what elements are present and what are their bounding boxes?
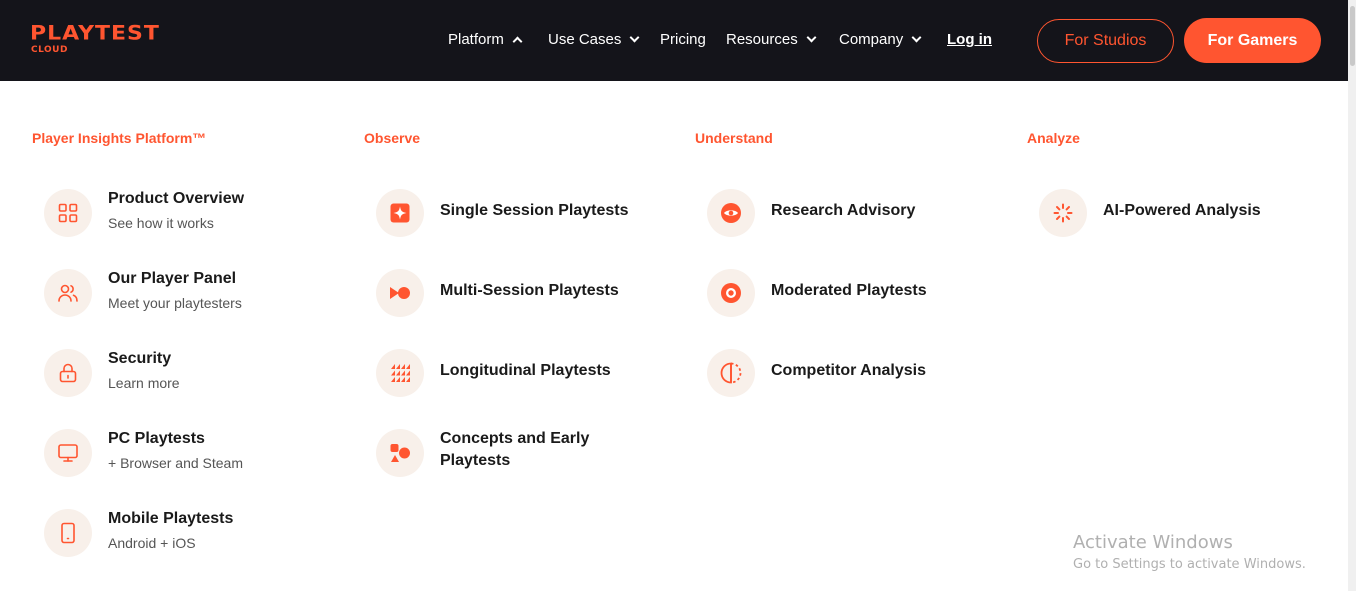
for-studios-button[interactable]: For Studios	[1037, 19, 1174, 63]
nav-pricing[interactable]: Pricing	[660, 31, 706, 48]
phone-icon	[44, 509, 92, 557]
chevron-up-icon	[512, 36, 523, 46]
monitor-icon	[44, 429, 92, 477]
playtest-cloud-logo[interactable]: PLAYTEST CLOUD	[30, 22, 168, 55]
grid-icon	[44, 189, 92, 237]
menu-item-title: Competitor Analysis	[771, 362, 926, 379]
shapes-icon	[376, 429, 424, 477]
menu-item-subtitle: + Browser and Steam	[108, 455, 244, 471]
menu-item-title: Our Player Panel	[108, 270, 237, 287]
nav-platform-label: Platform	[448, 31, 504, 48]
top-navigation-bar: PLAYTEST CLOUD Platform Use Cases Pricin…	[0, 0, 1356, 81]
menu-item-title: Longitudinal Playtests	[440, 362, 611, 379]
activate-windows-watermark: Activate Windows	[1073, 532, 1233, 553]
eye-icon	[707, 189, 755, 237]
logo-subtext: CLOUD	[31, 45, 68, 55]
menu-item-title: Security	[108, 350, 172, 367]
menu-item-title: Concepts and Early	[440, 430, 590, 447]
nav-resources[interactable]: Resources	[726, 31, 817, 48]
lock-icon	[44, 349, 92, 397]
menu-item-title: Research Advisory	[771, 202, 916, 219]
menu-item-subtitle: Meet your playtesters	[108, 295, 242, 311]
menu-item-subtitle: Android + iOS	[108, 535, 196, 551]
scrollbar-track[interactable]	[1348, 0, 1356, 591]
heading-analyze: Analyze	[1027, 130, 1080, 146]
spark-icon	[376, 189, 424, 237]
chevron-down-icon	[629, 32, 640, 43]
nav-resources-label: Resources	[726, 31, 798, 48]
scrollbar-thumb[interactable]	[1350, 6, 1355, 66]
menu-item-title: Moderated Playtests	[771, 282, 927, 299]
activate-windows-hint: Go to Settings to activate Windows.	[1073, 557, 1306, 572]
heading-player-insights: Player Insights Platform™	[32, 130, 207, 146]
nav-use-cases[interactable]: Use Cases	[548, 31, 640, 48]
menu-item-title-line2: Playtests	[440, 452, 511, 469]
half-circle-icon	[707, 349, 755, 397]
video-icon	[376, 269, 424, 317]
triangles-icon	[376, 349, 424, 397]
heading-observe: Observe	[364, 130, 421, 146]
nav-use-cases-label: Use Cases	[548, 31, 622, 48]
nav-pricing-label: Pricing	[660, 31, 706, 48]
nav-company-label: Company	[839, 31, 904, 48]
nav-platform[interactable]: Platform	[448, 31, 523, 48]
for-gamers-button[interactable]: For Gamers	[1184, 18, 1321, 63]
menu-item-title: Product Overview	[108, 190, 245, 207]
menu-item-title: Single Session Playtests	[440, 202, 629, 219]
menu-item-title: Multi-Session Playtests	[440, 282, 619, 299]
menu-item-title: Mobile Playtests	[108, 510, 234, 527]
nav-company[interactable]: Company	[839, 31, 922, 48]
loader-icon	[1039, 189, 1087, 237]
chevron-down-icon	[911, 32, 922, 43]
menu-item-title: AI-Powered Analysis	[1103, 202, 1261, 219]
chevron-down-icon	[806, 32, 817, 43]
menu-item-title: PC Playtests	[108, 430, 205, 447]
heading-understand: Understand	[695, 130, 773, 146]
menu-item-subtitle: Learn more	[108, 375, 180, 391]
target-icon	[707, 269, 755, 317]
menu-item-subtitle: See how it works	[108, 215, 214, 231]
users-icon	[44, 269, 92, 317]
nav-login-link[interactable]: Log in	[947, 31, 992, 48]
